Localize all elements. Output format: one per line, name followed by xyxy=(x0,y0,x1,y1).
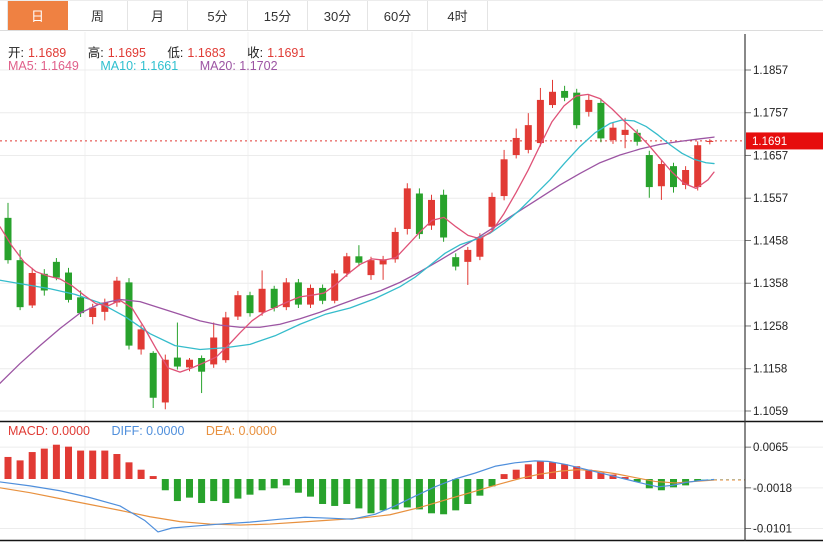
svg-text:0.0065: 0.0065 xyxy=(753,442,788,454)
svg-text:1.1857: 1.1857 xyxy=(753,65,788,77)
open-label: 开: xyxy=(8,46,24,60)
svg-text:1.1158: 1.1158 xyxy=(753,364,787,376)
low-value: 1.1683 xyxy=(187,46,225,60)
svg-text:1.1557: 1.1557 xyxy=(753,193,788,205)
svg-text:-0.0018: -0.0018 xyxy=(753,483,792,495)
candlestick-chart-canvas[interactable]: 1.1857 1.1757 1.1657 1.1557 1.1458 1.1358 1.12… xyxy=(0,32,823,545)
close-label: 收: xyxy=(247,46,263,60)
svg-text:1.1059: 1.1059 xyxy=(753,406,788,418)
tab-timeframe-8[interactable]: 4时 xyxy=(428,1,488,30)
chart-app-window: 日周月5分15分30分60分4时 1.1857 1.1757 1.1657 1.155… xyxy=(0,0,823,545)
tab-timeframe-7[interactable]: 60分 xyxy=(368,1,428,30)
tab-timeframe-1[interactable]: 日 xyxy=(7,1,68,30)
close-value: 1.1691 xyxy=(267,46,305,60)
tab-timeframe-2[interactable]: 周 xyxy=(68,1,128,30)
timeframe-tabbar: 日周月5分15分30分60分4时 xyxy=(0,0,823,31)
macd-value-legend: MACD: 0.0000 xyxy=(8,424,90,438)
svg-text:-0.0101: -0.0101 xyxy=(753,523,792,535)
ma10-legend: MA10: 1.1661 xyxy=(100,59,178,73)
svg-text:1.1458: 1.1458 xyxy=(753,236,788,248)
tab-timeframe-4[interactable]: 5分 xyxy=(188,1,248,30)
low-label: 低: xyxy=(167,46,183,60)
macd-legend: MACD: 0.0000 DIFF: 0.0000 DEA: 0.0000 xyxy=(8,424,281,438)
high-label: 高: xyxy=(88,46,104,60)
tab-timeframe-6[interactable]: 30分 xyxy=(308,1,368,30)
ma20-legend: MA20: 1.1702 xyxy=(200,59,278,73)
open-value: 1.1689 xyxy=(28,46,66,60)
ma-legend: MA5: 1.1649 MA10: 1.1661 MA20: 1.1702 xyxy=(8,59,282,73)
tab-timeframe-3[interactable]: 月 xyxy=(128,1,188,30)
svg-text:1.1757: 1.1757 xyxy=(753,108,788,120)
svg-text:1.1358: 1.1358 xyxy=(753,278,788,290)
diff-value-legend: DIFF: 0.0000 xyxy=(111,424,184,438)
ma5-legend: MA5: 1.1649 xyxy=(8,59,79,73)
high-value: 1.1695 xyxy=(108,46,146,60)
dea-value-legend: DEA: 0.0000 xyxy=(206,424,277,438)
svg-text:1.1657: 1.1657 xyxy=(753,150,788,162)
svg-text:1.1258: 1.1258 xyxy=(753,321,788,333)
tab-timeframe-5[interactable]: 15分 xyxy=(248,1,308,30)
svg-text:1.1691: 1.1691 xyxy=(752,136,787,148)
